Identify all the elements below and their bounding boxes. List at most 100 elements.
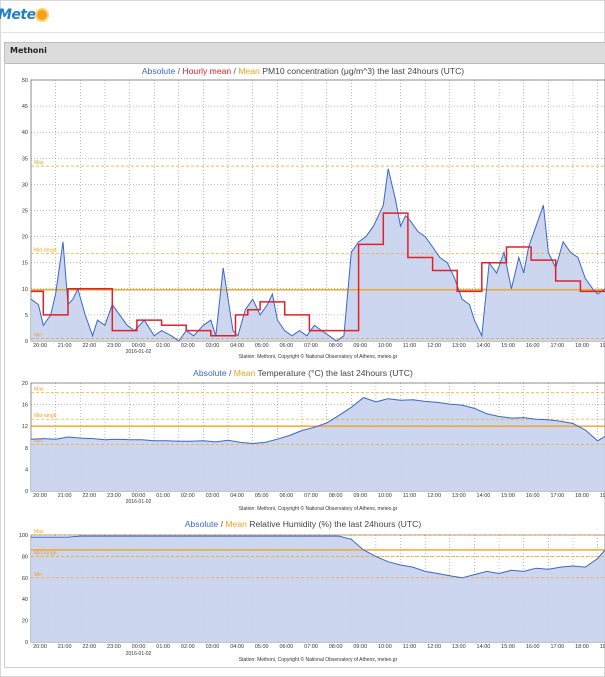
x-tick-label: 06:00 — [279, 343, 293, 349]
x-tick-label: 18:00 — [575, 493, 589, 499]
x-tick-label: 18:00 — [575, 343, 589, 349]
y-tick-label: 50 — [22, 78, 28, 84]
x-tick-label: 04:00 — [230, 343, 244, 349]
x-tick-label: 18:00 — [575, 644, 589, 650]
y-tick-label: 60 — [22, 576, 28, 582]
y-tick-label: 4 — [25, 467, 28, 473]
chart-title: Absolute / Mean Temperature (°C) the las… — [193, 368, 413, 378]
date-label: 2016-01-02 — [126, 349, 152, 355]
x-tick-label: 22:00 — [82, 343, 96, 349]
x-tick-label: 04:00 — [230, 493, 244, 499]
x-tick-label: 23:00 — [107, 343, 121, 349]
y-tick-label: 40 — [22, 130, 28, 136]
ref-line-label: Max — [34, 387, 44, 393]
x-tick-label: 17:00 — [550, 644, 564, 650]
chart-1: Absolute / Hourly mean / Mean PM10 conce… — [22, 66, 605, 360]
ref-line-label: Max — [34, 529, 44, 535]
x-tick-label: 11:00 — [403, 644, 416, 650]
x-tick-label: 13:00 — [452, 343, 466, 349]
x-tick-label: 15:00 — [501, 493, 515, 499]
y-tick-label: 0 — [25, 339, 28, 345]
chart-title-part: Absolute — [142, 66, 176, 76]
chart-footer: Station: Methoni, Copyright © National O… — [239, 505, 398, 512]
chart-title-part: / — [227, 368, 234, 378]
charts-canvas: Absolute / Hourly mean / Mean PM10 conce… — [19, 66, 605, 663]
x-tick-label: 07:00 — [304, 343, 318, 349]
x-tick-label: 01:00 — [156, 644, 170, 650]
x-tick-label: 10:00 — [378, 343, 392, 349]
chart-title-part: / — [175, 66, 182, 76]
y-tick-label: 16 — [22, 403, 28, 409]
y-tick-label: 80 — [22, 554, 28, 560]
x-tick-label: 11:00 — [403, 343, 416, 349]
x-tick-label: 09:00 — [353, 644, 367, 650]
x-tick-label: 20:00 — [33, 644, 47, 650]
y-tick-label: 45 — [22, 104, 28, 110]
y-tick-label: 100 — [19, 533, 28, 539]
chart-title-part: Absolute — [185, 519, 219, 529]
x-tick-label: 08:00 — [329, 644, 343, 650]
y-tick-label: 15 — [22, 261, 28, 267]
chart-title-part: / — [231, 66, 238, 76]
x-tick-label: 19:00 — [600, 644, 605, 650]
x-tick-label: 20:00 — [33, 493, 47, 499]
x-tick-label: 10:00 — [378, 493, 392, 499]
x-tick-label: 09:00 — [353, 343, 367, 349]
x-tick-label: 14:00 — [477, 644, 491, 650]
x-tick-label: 23:00 — [107, 644, 121, 650]
chart-title-part: Mean — [234, 368, 256, 378]
chart-title-part: Mean — [238, 66, 260, 76]
x-tick-label: 04:00 — [230, 644, 244, 650]
x-tick-label: 12:00 — [427, 343, 441, 349]
x-tick-label: 17:00 — [550, 343, 564, 349]
x-tick-label: 01:00 — [156, 493, 170, 499]
chart-title-part: Absolute — [193, 368, 227, 378]
x-tick-label: 19:00 — [600, 343, 605, 349]
x-tick-label: 23:00 — [107, 493, 121, 499]
chart-title-part: Mean — [225, 519, 247, 529]
x-tick-label: 17:00 — [550, 493, 564, 499]
x-tick-label: 05:00 — [255, 343, 269, 349]
x-tick-label: 02:00 — [181, 493, 195, 499]
ref-line-label: Mid-range — [34, 247, 57, 253]
x-tick-label: 10:00 — [378, 644, 392, 650]
ref-line-label: Min — [34, 332, 42, 338]
x-tick-label: 12:00 — [427, 493, 441, 499]
x-tick-label: 01:00 — [156, 343, 170, 349]
x-tick-label: 08:00 — [329, 493, 343, 499]
chart-footer: Station: Methoni, Copyright © National O… — [239, 656, 398, 663]
x-tick-label: 14:00 — [477, 343, 491, 349]
y-tick-label: 35 — [22, 156, 28, 162]
x-tick-label: 16:00 — [526, 644, 540, 650]
y-tick-label: 20 — [22, 619, 28, 625]
chart-3: Absolute / Mean Relative Humidity (%) th… — [19, 519, 605, 663]
x-tick-label: 07:00 — [304, 493, 318, 499]
y-tick-label: 0 — [25, 489, 28, 495]
ref-line-label: Mid-range — [34, 550, 57, 556]
ref-line-label: Max — [34, 160, 44, 166]
x-tick-label: 13:00 — [452, 493, 466, 499]
x-tick-label: 21:00 — [58, 493, 72, 499]
x-tick-label: 13:00 — [452, 644, 466, 650]
y-tick-label: 20 — [22, 381, 28, 387]
y-tick-label: 25 — [22, 209, 28, 215]
x-tick-label: 05:00 — [255, 644, 269, 650]
chart-2: Absolute / Mean Temperature (°C) the las… — [22, 368, 605, 512]
x-tick-label: 12:00 — [427, 644, 441, 650]
x-tick-label: 02:00 — [181, 644, 195, 650]
chart-title-part: PM10 concentration (μg/m^3) the last 24h… — [260, 66, 464, 76]
y-tick-label: 40 — [22, 597, 28, 603]
y-tick-label: 0 — [25, 640, 28, 646]
chart-title: Absolute / Hourly mean / Mean PM10 conce… — [142, 66, 464, 76]
y-tick-label: 30 — [22, 182, 28, 188]
x-tick-label: 08:00 — [329, 343, 343, 349]
x-tick-label: 06:00 — [279, 493, 293, 499]
x-tick-label: 05:00 — [255, 493, 269, 499]
x-tick-label: 15:00 — [501, 343, 515, 349]
x-tick-label: 16:00 — [526, 493, 540, 499]
y-tick-label: 10 — [22, 287, 28, 293]
x-tick-label: 21:00 — [58, 644, 72, 650]
x-tick-label: 14:00 — [477, 493, 491, 499]
x-tick-label: 19:00 — [600, 493, 605, 499]
ref-line-label: Min — [34, 572, 42, 578]
